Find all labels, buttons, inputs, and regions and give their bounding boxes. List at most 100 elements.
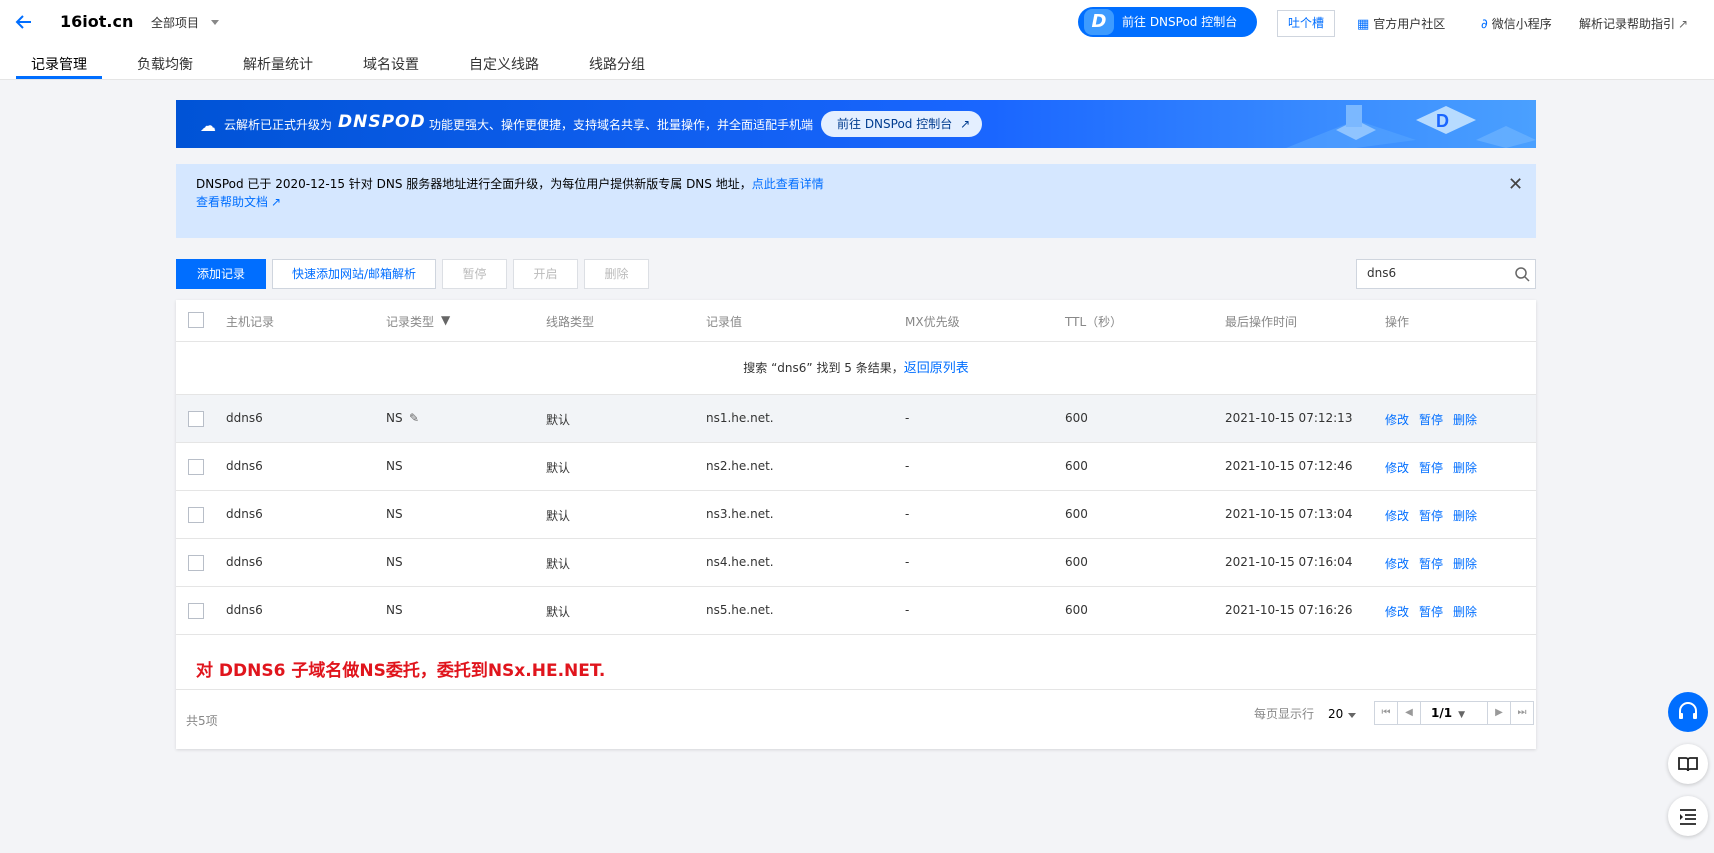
table-header: 主机记录 记录类型 ▼ 线路类型 记录值 MX优先级 TTL（秒） 最后操作时间…: [176, 300, 1536, 342]
page-size-select[interactable]: 20: [1328, 707, 1343, 721]
active-tab-indicator: [16, 76, 102, 79]
first-page-icon[interactable]: ⏮: [1374, 701, 1398, 725]
col-value: 记录值: [706, 315, 743, 329]
search-icon[interactable]: [1514, 266, 1530, 282]
delete-link[interactable]: 删除: [1453, 603, 1477, 620]
row-checkbox[interactable]: [188, 459, 204, 475]
pause-link[interactable]: 暂停: [1419, 507, 1443, 524]
cell-ttl: 600: [1065, 555, 1088, 569]
pause-button[interactable]: 暂停: [442, 259, 507, 289]
edit-link[interactable]: 修改: [1385, 459, 1409, 476]
banner-button-label: 前往 DNSPod 控制台: [837, 117, 953, 131]
menu-button[interactable]: [1668, 796, 1708, 836]
cell-value: ns4.he.net.: [706, 555, 774, 569]
headset-icon: [1679, 702, 1697, 719]
cell-type: NS: [386, 603, 403, 617]
edit-link[interactable]: 修改: [1385, 603, 1409, 620]
enable-button[interactable]: 开启: [513, 259, 578, 289]
chevron-down-icon[interactable]: [211, 20, 219, 25]
cell-line: 默认: [546, 509, 571, 523]
project-select[interactable]: 全部项目: [151, 14, 199, 31]
search-input[interactable]: [1367, 266, 1507, 280]
cell-value: ns2.he.net.: [706, 459, 774, 473]
edit-link[interactable]: 修改: [1385, 411, 1409, 428]
console-button-label: 前往 DNSPod 控制台: [1122, 15, 1238, 29]
page-select[interactable]: 1/1 ▼: [1420, 701, 1488, 725]
pencil-icon[interactable]: ✎: [409, 411, 419, 425]
tab-load-balance[interactable]: 负载均衡: [137, 54, 193, 74]
book-icon: [1678, 757, 1698, 772]
help-guide-label: 解析记录帮助指引: [1579, 17, 1676, 31]
delete-link[interactable]: 删除: [1453, 507, 1477, 524]
cell-mx: -: [905, 603, 910, 617]
community-link[interactable]: ▦ 官方用户社区: [1357, 15, 1445, 32]
cell-time: 2021-10-15 07:12:13: [1225, 411, 1353, 425]
close-icon[interactable]: ✕: [1508, 174, 1523, 195]
cloud-upload-icon: ☁: [200, 116, 216, 135]
back-to-list-link[interactable]: 返回原列表: [904, 361, 969, 376]
notice-details-link[interactable]: 点此查看详情: [752, 177, 824, 191]
banner-console-button[interactable]: 前往 DNSPod 控制台 ↗: [821, 111, 982, 137]
help-guide-link[interactable]: 解析记录帮助指引 ↗: [1579, 15, 1688, 32]
top-header: 16iot.cn 全部项目 D 前往 DNSPod 控制台 吐个槽 ▦ 官方用户社…: [0, 0, 1714, 80]
edit-link[interactable]: 修改: [1385, 507, 1409, 524]
svg-text:D: D: [1436, 111, 1449, 131]
row-checkbox[interactable]: [188, 603, 204, 619]
prev-page-icon[interactable]: ◀: [1397, 701, 1421, 725]
cell-value: ns1.he.net.: [706, 411, 774, 425]
tab-query-stats[interactable]: 解析量统计: [243, 54, 313, 74]
row-checkbox[interactable]: [188, 507, 204, 523]
delete-link[interactable]: 删除: [1453, 459, 1477, 476]
row-checkbox[interactable]: [188, 555, 204, 571]
tab-custom-lines[interactable]: 自定义线路: [469, 54, 539, 74]
last-page-icon[interactable]: ⏭: [1510, 701, 1534, 725]
table-row[interactable]: ddns6 NS 默认 ns4.he.net. - 600 2021-10-15…: [176, 539, 1536, 587]
table-row[interactable]: ddns6 NS ✎ 默认 ns1.he.net. - 600 2021-10-…: [176, 395, 1536, 443]
apps-grid-icon: ▦: [1357, 17, 1370, 32]
delete-link[interactable]: 删除: [1453, 411, 1477, 428]
support-button[interactable]: [1668, 692, 1708, 732]
row-checkbox[interactable]: [188, 411, 204, 427]
search-result-row: 搜索 “dns6” 找到 5 条结果，返回原列表: [176, 342, 1536, 395]
miniprogram-link[interactable]: ∂ 微信小程序: [1481, 15, 1552, 32]
cell-host: ddns6: [226, 603, 263, 617]
docs-button[interactable]: [1668, 744, 1708, 784]
tab-domain-settings[interactable]: 域名设置: [363, 54, 419, 74]
pause-link[interactable]: 暂停: [1419, 603, 1443, 620]
miniprogram-label: 微信小程序: [1491, 17, 1552, 31]
next-page-icon[interactable]: ▶: [1487, 701, 1511, 725]
cell-host: ddns6: [226, 507, 263, 521]
help-doc-label: 查看帮助文档: [196, 195, 269, 209]
feedback-button[interactable]: 吐个槽: [1277, 10, 1335, 37]
cell-host: ddns6: [226, 459, 263, 473]
search-result-text: 搜索 “dns6” 找到 5 条结果，: [743, 361, 904, 375]
notice-text: DNSPod 已于 2020-12-15 针对 DNS 服务器地址进行全面升级，…: [196, 177, 752, 191]
search-box[interactable]: [1356, 259, 1536, 289]
tab-line-groups[interactable]: 线路分组: [589, 54, 645, 74]
select-all-checkbox[interactable]: [188, 312, 204, 328]
domain-title: 16iot.cn: [60, 12, 134, 31]
pause-link[interactable]: 暂停: [1419, 555, 1443, 572]
table-row[interactable]: ddns6 NS 默认 ns2.he.net. - 600 2021-10-15…: [176, 443, 1536, 491]
help-doc-link[interactable]: 查看帮助文档 ↗: [196, 193, 281, 210]
back-arrow-icon[interactable]: [14, 12, 34, 32]
table-row[interactable]: ddns6 NS 默认 ns5.he.net. - 600 2021-10-15…: [176, 587, 1536, 635]
records-table: 主机记录 记录类型 ▼ 线路类型 记录值 MX优先级 TTL（秒） 最后操作时间…: [176, 300, 1536, 749]
table-row[interactable]: ddns6 NS 默认 ns3.he.net. - 600 2021-10-15…: [176, 491, 1536, 539]
edit-link[interactable]: 修改: [1385, 555, 1409, 572]
cell-ttl: 600: [1065, 459, 1088, 473]
delete-button[interactable]: 删除: [584, 259, 649, 289]
banner-decoration-icon: D: [1286, 105, 1536, 148]
col-mx: MX优先级: [905, 315, 960, 329]
pause-link[interactable]: 暂停: [1419, 411, 1443, 428]
tab-records[interactable]: 记录管理: [31, 54, 87, 74]
pause-link[interactable]: 暂停: [1419, 459, 1443, 476]
chevron-down-icon[interactable]: [1348, 713, 1356, 718]
dnspod-console-button[interactable]: D 前往 DNSPod 控制台: [1078, 7, 1257, 37]
add-record-button[interactable]: 添加记录: [176, 259, 266, 289]
notice-line: DNSPod 已于 2020-12-15 针对 DNS 服务器地址进行全面升级，…: [196, 175, 824, 192]
quick-add-button[interactable]: 快速添加网站/邮箱解析: [272, 259, 436, 289]
filter-icon[interactable]: ▼: [441, 313, 450, 327]
delete-link[interactable]: 删除: [1453, 555, 1477, 572]
col-time: 最后操作时间: [1225, 315, 1298, 329]
